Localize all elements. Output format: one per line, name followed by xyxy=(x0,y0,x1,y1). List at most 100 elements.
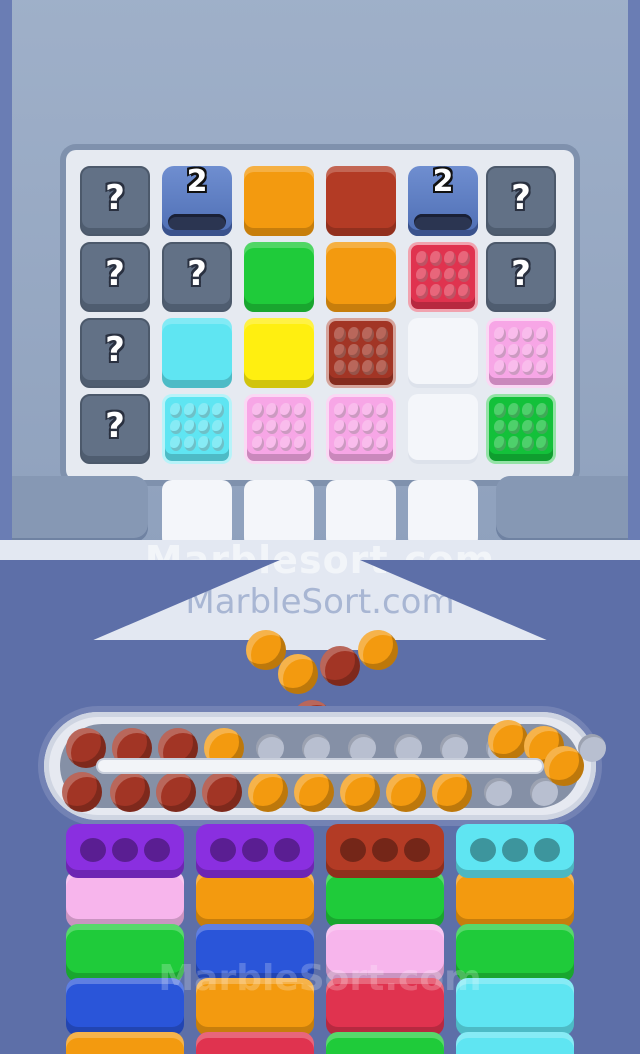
stud xyxy=(494,360,506,375)
stud xyxy=(444,267,456,283)
stud xyxy=(184,436,196,451)
conveyor-empty-slot xyxy=(440,734,468,762)
mystery-tile[interactable]: ? xyxy=(162,242,232,312)
stud xyxy=(184,419,196,435)
marble-orange xyxy=(432,772,472,812)
color-tile-orange[interactable] xyxy=(244,166,314,236)
color-tile-orange[interactable] xyxy=(326,242,396,312)
game-scene: ? 2 2?????? Marblesort.com MarbleSort.com … xyxy=(0,0,640,1054)
color-tile-yellow[interactable] xyxy=(244,318,314,388)
marble-block-red[interactable] xyxy=(408,242,478,312)
stud xyxy=(198,419,210,435)
stud xyxy=(334,343,346,359)
dispenser-count: 2 xyxy=(432,164,454,199)
marble-block-darkgreen[interactable] xyxy=(486,394,556,464)
marble-block-pink[interactable] xyxy=(244,394,314,464)
stud xyxy=(376,403,388,418)
conveyor-empty-slot xyxy=(302,734,330,762)
watermark-text-bottom: MarbleSort.com xyxy=(158,958,482,999)
dispenser-opening xyxy=(414,214,472,230)
stud xyxy=(266,436,278,451)
stud xyxy=(494,419,506,435)
stud xyxy=(536,343,548,359)
funnel-wall-left xyxy=(0,640,270,700)
stud xyxy=(376,419,388,435)
stud xyxy=(334,436,346,451)
conveyor-empty-slot xyxy=(348,734,376,762)
marble-socket xyxy=(274,838,300,862)
marble-socket xyxy=(372,838,398,862)
mystery-tile-label: ? xyxy=(105,254,125,294)
column-head-cyan[interactable] xyxy=(456,824,574,878)
funnel-wall-right xyxy=(370,640,640,700)
stud xyxy=(362,327,374,342)
color-tile-green[interactable] xyxy=(244,242,314,312)
stud xyxy=(348,360,360,375)
stud xyxy=(522,360,534,375)
stud xyxy=(252,419,264,435)
stud xyxy=(430,267,442,283)
stud xyxy=(362,403,374,418)
stud xyxy=(348,403,360,418)
stack-block-orange xyxy=(66,1032,184,1054)
marble-dispenser-tile[interactable]: 2 xyxy=(408,164,478,236)
mystery-tile-label: ? xyxy=(511,178,531,218)
stud xyxy=(362,343,374,359)
column-head-purple[interactable] xyxy=(66,824,184,878)
stud xyxy=(348,327,360,342)
stud xyxy=(252,403,264,418)
stud xyxy=(508,343,520,359)
stud xyxy=(494,403,506,418)
sorting-column[interactable] xyxy=(196,824,314,1054)
marble-block-pink[interactable] xyxy=(486,318,556,388)
color-tile-cyan[interactable] xyxy=(162,318,232,388)
color-tile-darkbrown[interactable] xyxy=(326,166,396,236)
dispenser-opening xyxy=(168,214,226,230)
stud xyxy=(536,419,548,435)
mystery-tile[interactable]: ? xyxy=(80,166,150,236)
stud xyxy=(376,360,388,375)
marble-orange xyxy=(248,772,288,812)
marble-orange xyxy=(340,772,380,812)
stud xyxy=(362,436,374,451)
stud xyxy=(294,403,306,418)
stud xyxy=(348,419,360,435)
mystery-tile[interactable]: ? xyxy=(486,242,556,312)
stud xyxy=(362,360,374,375)
marble-socket xyxy=(404,838,430,862)
mystery-tile[interactable]: ? xyxy=(80,394,150,464)
stud xyxy=(536,403,548,418)
marble-orange xyxy=(488,720,528,760)
marble-socket xyxy=(144,838,170,862)
stud xyxy=(416,267,428,283)
stud xyxy=(170,419,182,435)
marble-socket xyxy=(502,838,528,862)
marble-block-brown[interactable] xyxy=(326,318,396,388)
marble-dispenser-tile[interactable]: 2 xyxy=(162,164,232,236)
sorting-column[interactable] xyxy=(456,824,574,1054)
stud xyxy=(212,403,224,418)
stack-block-green xyxy=(326,870,444,928)
stud xyxy=(494,343,506,359)
marble-block-pink[interactable] xyxy=(326,394,396,464)
stud xyxy=(334,419,346,435)
column-head-purple[interactable] xyxy=(196,824,314,878)
stud xyxy=(294,419,306,435)
empty-slot xyxy=(408,318,478,388)
marble-brown xyxy=(62,772,102,812)
stud xyxy=(334,327,346,342)
sorting-column[interactable] xyxy=(66,824,184,1054)
column-head-darkbrown[interactable] xyxy=(326,824,444,878)
marble-brown xyxy=(110,772,150,812)
stack-block-orange xyxy=(456,870,574,928)
conveyor-empty-slot xyxy=(256,734,284,762)
stack-block-orange xyxy=(196,870,314,928)
mystery-tile[interactable]: ? xyxy=(80,242,150,312)
marble-block-cyan[interactable] xyxy=(162,394,232,464)
stud xyxy=(522,436,534,451)
mystery-tile[interactable]: ? xyxy=(80,318,150,388)
dispenser-count: 2 xyxy=(186,164,208,199)
sorting-column[interactable] xyxy=(326,824,444,1054)
mystery-tile[interactable]: ? xyxy=(486,166,556,236)
stud xyxy=(334,403,346,418)
